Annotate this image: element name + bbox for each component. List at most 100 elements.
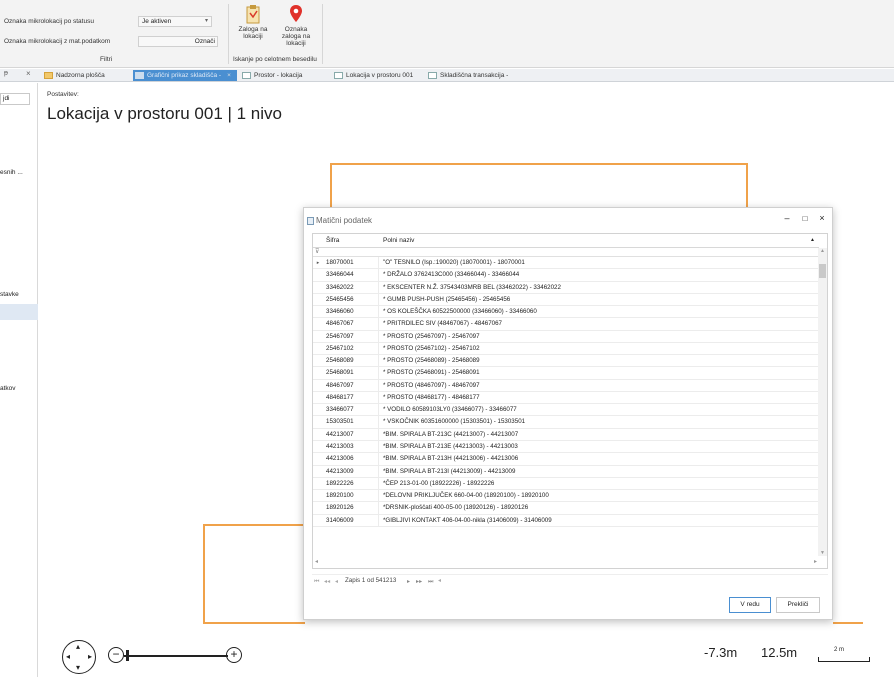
- minimize-icon[interactable]: –: [781, 213, 793, 223]
- cell-sifra[interactable]: 18920100: [323, 490, 379, 502]
- cell-polni-naziv[interactable]: *BIM. SPIRALA BT-213H (44213006) - 44213…: [380, 453, 518, 465]
- table-row[interactable]: 15303501 * VSKOČNIK 60351600000 (15303501…: [313, 416, 819, 429]
- horizontal-scrollbar[interactable]: ◂ ▸: [313, 556, 819, 568]
- cell-sifra[interactable]: 44213006: [323, 453, 379, 465]
- table-row[interactable]: 33462022 * EKSCENTER N.Ž. 37543403MRB BEL…: [313, 281, 819, 294]
- table-row[interactable]: 18920126 *DRSNIK-ploščati 400-05-00 (1892…: [313, 502, 819, 515]
- cell-sifra[interactable]: 48467097: [323, 379, 379, 391]
- zoom-in-icon[interactable]: +: [226, 647, 242, 663]
- cell-polni-naziv[interactable]: "O" TESNILO (Isp.:190020) (18070001) - 1…: [380, 257, 525, 269]
- zoom-slider-thumb[interactable]: [126, 650, 129, 661]
- scroll-right-icon[interactable]: ▸: [814, 558, 817, 565]
- tab-nadzorna-plosca[interactable]: Nadzorna plošča: [42, 70, 130, 81]
- table-row[interactable]: 33466060 * OS KOLEŠČKA 60522500000 (33466…: [313, 306, 819, 319]
- tab-graficni-prikaz[interactable]: Grafični prikaz skladišča - ×: [133, 70, 237, 81]
- table-row[interactable]: 25468091 * PROSTO (25468091) - 25468091: [313, 367, 819, 380]
- close-panel-icon[interactable]: ×: [26, 69, 31, 78]
- cell-polni-naziv[interactable]: * OS KOLEŠČKA 60522500000 (33466060) - 3…: [380, 306, 537, 318]
- cell-polni-naziv[interactable]: * PROSTO (48467097) - 48467097: [380, 380, 480, 392]
- cell-polni-naziv[interactable]: *DRSNIK-ploščati 400-05-00 (18920126) - …: [380, 502, 528, 514]
- last-record-icon[interactable]: ⏭: [428, 578, 434, 586]
- cell-polni-naziv[interactable]: * GUMB PUSH-PUSH (25465456) - 25465456: [380, 294, 510, 306]
- table-row[interactable]: 33466044 * DRŽALO 3762413C000 (33466044) …: [313, 269, 819, 282]
- column-header-sifra[interactable]: Šifra: [326, 237, 339, 244]
- table-row[interactable]: 18920100 *DELOVNI PRIKLJUČEK 660-04-00 (1…: [313, 490, 819, 503]
- cell-polni-naziv[interactable]: * PROSTO (25467102) - 25467102: [380, 343, 480, 355]
- cell-sifra[interactable]: 15303501: [323, 416, 379, 428]
- cell-sifra[interactable]: 25467097: [323, 330, 379, 342]
- pin-icon[interactable]: ᵽ: [4, 70, 8, 77]
- table-row[interactable]: 48467067 * PRITRDILEC SIV (48467067) - 48…: [313, 318, 819, 331]
- table-row[interactable]: 44213009 *BIM. SPIRALA BT-213I (44213009)…: [313, 465, 819, 478]
- cell-polni-naziv[interactable]: * VODILO 60589103LY0 (33466077) - 334660…: [380, 404, 517, 416]
- cell-sifra[interactable]: 44213003: [323, 440, 379, 453]
- cell-sifra[interactable]: 33462022: [323, 281, 379, 293]
- table-row[interactable]: 25465456 * GUMB PUSH-PUSH (25465456) - 25…: [313, 293, 819, 307]
- pan-down-icon[interactable]: ▾: [76, 663, 80, 672]
- scroll-left-icon[interactable]: ◂: [438, 577, 441, 584]
- cell-sifra[interactable]: 31406009: [323, 514, 379, 526]
- cell-sifra[interactable]: 18922226: [323, 477, 379, 490]
- mark-button[interactable]: Označi: [138, 36, 218, 47]
- sort-up-icon[interactable]: ▲: [810, 237, 815, 243]
- cell-sifra[interactable]: 18920126: [323, 502, 379, 514]
- table-row[interactable]: 25467102 * PROSTO (25467102) - 25467102: [313, 342, 819, 356]
- table-row[interactable]: 44213007 *BIM. SPIRALA BT-213C (44213007)…: [313, 428, 819, 441]
- table-row[interactable]: 25467097 * PROSTO (25467097) - 25467097: [313, 330, 819, 343]
- pan-left-icon[interactable]: ◂: [66, 652, 70, 661]
- prev-record-icon[interactable]: ◂: [335, 578, 338, 585]
- cell-polni-naziv[interactable]: *ČEP 213-01-00 (18922226) - 18922226: [380, 478, 494, 490]
- table-row[interactable]: 18922226 *ČEP 213-01-00 (18922226) - 1892…: [313, 477, 819, 491]
- scrollbar-thumb[interactable]: [819, 264, 826, 278]
- pan-up-icon[interactable]: ▴: [76, 642, 80, 651]
- left-panel-button[interactable]: jdi: [0, 93, 30, 105]
- cell-polni-naziv[interactable]: * PRITRDILEC SIV (48467067) - 48467067: [380, 318, 502, 330]
- next-page-icon[interactable]: ▸▸: [416, 578, 422, 585]
- table-row[interactable]: 44213003 *BIM. SPIRALA BT-213E (44213003)…: [313, 440, 819, 454]
- cell-polni-naziv[interactable]: * VSKOČNIK 60351600000 (15303501) - 1530…: [380, 416, 525, 428]
- cell-sifra[interactable]: 33466060: [323, 306, 379, 318]
- left-panel-item[interactable]: stavke: [0, 291, 19, 298]
- cell-sifra[interactable]: 33466044: [323, 269, 379, 281]
- tab-prostor-lokacija[interactable]: Prostor - lokacija: [240, 70, 328, 81]
- tab-lokacija-v-prostoru[interactable]: Lokacija v prostoru 001: [332, 70, 422, 81]
- first-record-icon[interactable]: ⏮: [314, 578, 320, 586]
- pan-right-icon[interactable]: ▸: [88, 652, 92, 661]
- left-panel-item[interactable]: atkov: [0, 385, 16, 392]
- table-row[interactable]: 48468177 * PROSTO (48468177) - 48468177: [313, 391, 819, 405]
- cell-sifra[interactable]: 18070001: [323, 257, 379, 269]
- cell-sifra[interactable]: 25465456: [323, 293, 379, 306]
- cell-polni-naziv[interactable]: *GIBLJIVI KONTAKT 406-04-00-nikla (31406…: [380, 515, 552, 527]
- scroll-up-icon[interactable]: ▲: [818, 248, 827, 254]
- table-row[interactable]: 31406009 *GIBLJIVI KONTAKT 406-04-00-nikl…: [313, 514, 819, 527]
- table-row[interactable]: 25468089 * PROSTO (25468089) - 25468089: [313, 355, 819, 368]
- cell-sifra[interactable]: 44213007: [323, 428, 379, 440]
- left-panel-item[interactable]: esnih ...: [0, 169, 23, 176]
- cell-sifra[interactable]: 25467102: [323, 342, 379, 355]
- cell-polni-naziv[interactable]: * PROSTO (48468177) - 48468177: [380, 392, 480, 404]
- pan-control[interactable]: ▴ ▾ ◂ ▸: [62, 640, 96, 674]
- cell-sifra[interactable]: 33466077: [323, 404, 379, 416]
- cell-sifra[interactable]: 48468177: [323, 391, 379, 404]
- zaloga-na-lokaciji-button[interactable]: Zaloga na lokaciji: [233, 4, 273, 40]
- table-row[interactable]: 48467097 * PROSTO (48467097) - 48467097: [313, 379, 819, 392]
- cancel-button[interactable]: Prekliči: [776, 597, 820, 613]
- close-icon[interactable]: ×: [816, 213, 828, 223]
- cell-polni-naziv[interactable]: *DELOVNI PRIKLJUČEK 660-04-00 (18920100)…: [380, 490, 549, 502]
- table-row[interactable]: 33466077 * VODILO 60589103LY0 (33466077) …: [313, 404, 819, 417]
- table-row[interactable]: 44213006 *BIM. SPIRALA BT-213H (44213006)…: [313, 453, 819, 466]
- cell-polni-naziv[interactable]: * PROSTO (25468089) - 25468089: [380, 355, 480, 367]
- close-icon[interactable]: ×: [227, 72, 231, 79]
- next-record-icon[interactable]: ▸: [407, 578, 410, 585]
- left-panel-selected-item[interactable]: [0, 304, 38, 320]
- tab-skladiscna-transakcija[interactable]: Skladiščna transakcija -: [426, 70, 536, 81]
- cell-sifra[interactable]: 48467067: [323, 318, 379, 330]
- cell-polni-naziv[interactable]: *BIM. SPIRALA BT-213I (44213009) - 44213…: [380, 466, 515, 478]
- cell-sifra[interactable]: 25468089: [323, 355, 379, 367]
- oznaka-zaloga-button[interactable]: Oznaka zaloga na lokaciji: [275, 4, 317, 47]
- cell-polni-naziv[interactable]: * EKSCENTER N.Ž. 37543403MRB BEL (334620…: [380, 282, 561, 294]
- table-row[interactable]: ▸ 18070001 "O" TESNILO (Isp.:190020) (1807…: [313, 257, 819, 270]
- ok-button[interactable]: V redu: [729, 597, 771, 613]
- cell-polni-naziv[interactable]: * PROSTO (25468091) - 25468091: [380, 367, 480, 379]
- zoom-slider[interactable]: [124, 655, 228, 657]
